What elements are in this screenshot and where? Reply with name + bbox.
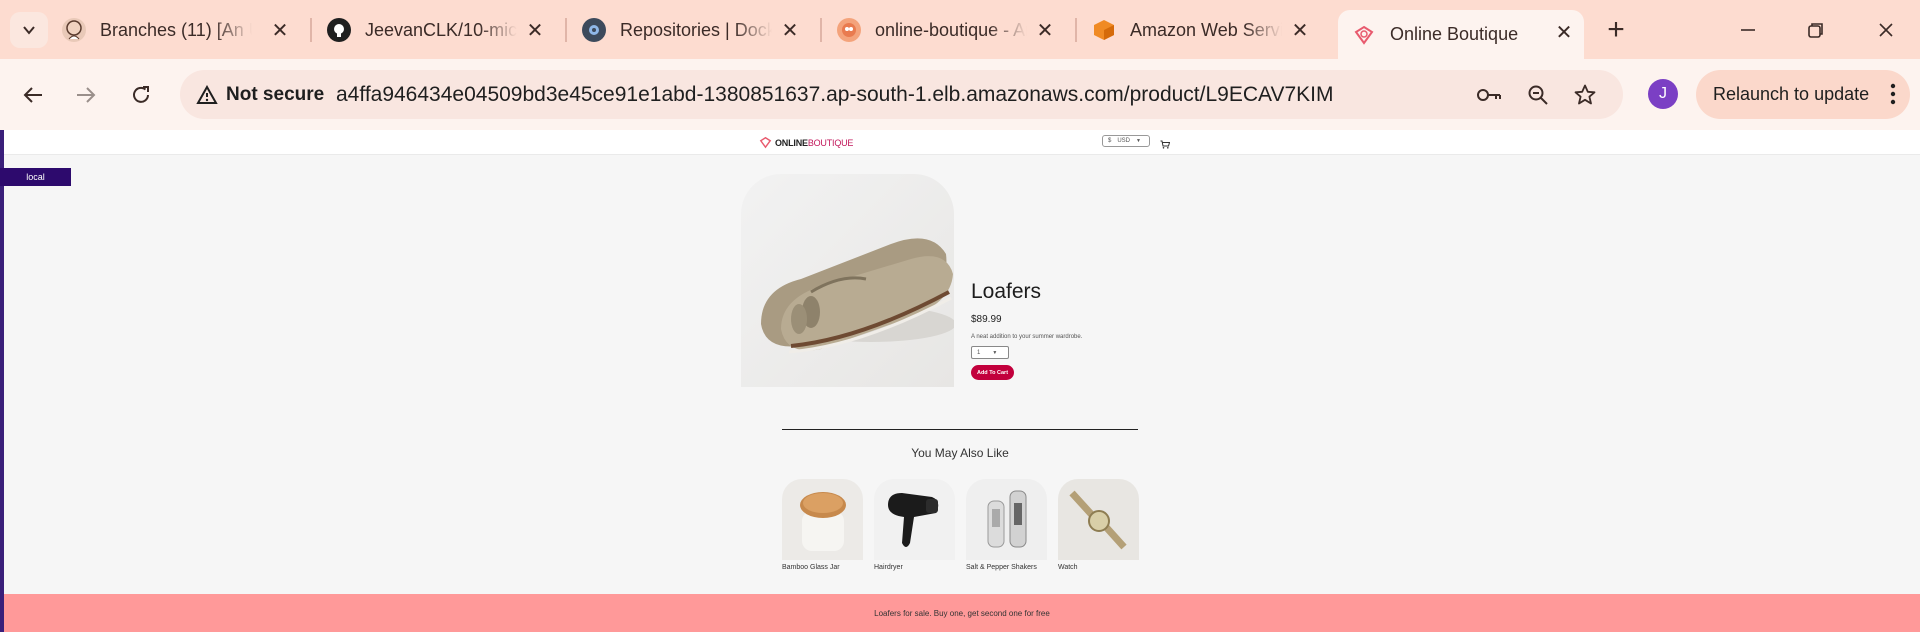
tab-github[interactable]: JeevanCLK/10-microservices ✕ bbox=[327, 8, 555, 52]
close-tab-icon[interactable]: ✕ bbox=[778, 18, 802, 42]
tab-separator bbox=[565, 18, 567, 42]
tab-search-button[interactable] bbox=[10, 12, 48, 48]
recommendation-label[interactable]: Salt & Pepper Shakers bbox=[966, 564, 1047, 571]
close-tab-icon[interactable]: ✕ bbox=[1552, 20, 1576, 44]
chevron-down-icon: ▼ bbox=[1136, 138, 1141, 144]
close-tab-icon[interactable]: ✕ bbox=[268, 18, 292, 42]
back-button[interactable] bbox=[13, 75, 53, 115]
relaunch-label: Relaunch to update bbox=[1713, 84, 1870, 104]
product-image bbox=[741, 174, 954, 387]
close-tab-icon[interactable]: ✕ bbox=[1288, 18, 1312, 42]
restore-icon bbox=[1808, 23, 1823, 38]
tab-title: online-boutique - Argo bbox=[875, 19, 1027, 40]
tab-aws[interactable]: Amazon Web Services ✕ bbox=[1092, 8, 1320, 52]
zoom-icon[interactable] bbox=[1525, 82, 1551, 108]
arrow-right-icon bbox=[77, 87, 96, 103]
tab-separator bbox=[820, 18, 822, 42]
close-icon bbox=[1879, 23, 1893, 37]
url-text[interactable]: a4ffa946434e04509bd3e45ce91e1abd-1380851… bbox=[336, 70, 1333, 119]
more-vertical-icon[interactable] bbox=[1890, 83, 1896, 105]
ad-banner[interactable]: Loafers for sale. Buy one, get second on… bbox=[4, 594, 1920, 632]
close-tab-icon[interactable]: ✕ bbox=[523, 18, 547, 42]
currency-symbol: $ bbox=[1108, 138, 1112, 144]
recommendation-card[interactable]: Salt & Pepper Shakers bbox=[966, 479, 1047, 571]
tab-docker[interactable]: Repositories | Docker Hub ✕ bbox=[582, 8, 810, 52]
tab-argo[interactable]: online-boutique - Argo ✕ bbox=[837, 8, 1065, 52]
recommendations-title: You May Also Like bbox=[911, 446, 1009, 460]
tab-strip: Branches (11) [An Unofficial ✕ JeevanCLK… bbox=[0, 0, 1920, 59]
github-icon bbox=[327, 18, 351, 42]
tab-separator bbox=[310, 18, 312, 42]
currency-selector[interactable]: $ USD ▼ bbox=[1102, 135, 1150, 147]
restore-button[interactable] bbox=[1792, 10, 1840, 50]
relaunch-button[interactable]: Relaunch to update bbox=[1696, 70, 1910, 119]
warning-icon bbox=[196, 84, 218, 104]
logo-text-boutique: BOUTIQUE bbox=[807, 137, 854, 148]
site-logo[interactable]: ONLINE BOUTIQUE bbox=[759, 136, 853, 149]
quantity-value: 1 bbox=[977, 349, 981, 356]
close-window-button[interactable] bbox=[1862, 10, 1910, 50]
jenkins-icon bbox=[62, 18, 86, 42]
product-thumbnail[interactable] bbox=[1058, 479, 1139, 560]
address-bar[interactable]: Not secure a4ffa946434e04509bd3e45ce91e1… bbox=[180, 70, 1623, 119]
product-thumbnail[interactable] bbox=[874, 479, 955, 560]
password-key-icon[interactable] bbox=[1476, 82, 1502, 108]
product-description: A neat addition to your summer wardrobe. bbox=[971, 334, 1083, 340]
product-name: Loafers bbox=[971, 280, 1042, 303]
add-to-cart-button[interactable]: Add To Cart bbox=[971, 365, 1014, 380]
recommendation-label[interactable]: Watch bbox=[1058, 564, 1139, 571]
product-thumbnail[interactable] bbox=[782, 479, 863, 560]
cart-button[interactable] bbox=[1160, 136, 1171, 154]
arrow-left-icon bbox=[23, 87, 42, 103]
chevron-down-icon: ▼ bbox=[992, 349, 998, 356]
tab-jenkins[interactable]: Branches (11) [An Unofficial ✕ bbox=[62, 8, 300, 52]
tab-title: Online Boutique bbox=[1390, 24, 1519, 44]
tab-title: Branches (11) [An Unofficial bbox=[100, 19, 252, 40]
bookmark-star-icon[interactable] bbox=[1572, 82, 1598, 108]
logo-text-online: ONLINE bbox=[775, 137, 808, 148]
site-header: ONLINE BOUTIQUE $ USD ▼ bbox=[4, 130, 1920, 155]
reload-icon bbox=[133, 86, 149, 103]
forward-button[interactable] bbox=[66, 75, 106, 115]
product-thumbnail[interactable] bbox=[966, 479, 1047, 560]
recommendations-list: Bamboo Glass Jar Hairdryer Salt & Pepper… bbox=[782, 479, 1139, 571]
tab-title: JeevanCLK/10-microservices bbox=[365, 19, 517, 40]
product-price: $89.99 bbox=[971, 314, 1002, 325]
recommendation-card[interactable]: Bamboo Glass Jar bbox=[782, 479, 863, 571]
browser-toolbar: Not secure a4ffa946434e04509bd3e45ce91e1… bbox=[0, 59, 1920, 130]
argo-icon bbox=[837, 18, 861, 42]
recommendation-label[interactable]: Bamboo Glass Jar bbox=[782, 564, 863, 571]
cart-icon bbox=[1160, 140, 1171, 149]
tab-title: Repositories | Docker Hub bbox=[620, 19, 772, 40]
boutique-icon bbox=[1352, 23, 1376, 47]
minimize-icon bbox=[1741, 29, 1755, 31]
aws-icon bbox=[1092, 18, 1116, 42]
minimize-button[interactable] bbox=[1724, 10, 1772, 50]
currency-code: USD bbox=[1117, 138, 1131, 144]
environment-badge: local bbox=[0, 168, 71, 186]
section-divider bbox=[782, 429, 1138, 430]
web-page: local ONLINE BOUTIQUE $ USD ▼ Loafers $8… bbox=[0, 130, 1920, 632]
recommendation-label[interactable]: Hairdryer bbox=[874, 564, 955, 571]
plus-icon: + bbox=[1607, 13, 1625, 46]
profile-avatar[interactable]: J bbox=[1648, 79, 1678, 109]
security-chip[interactable]: Not secure bbox=[196, 70, 324, 119]
tab-online-boutique[interactable]: Online Boutique ✕ bbox=[1338, 10, 1584, 59]
quantity-select[interactable]: 1 ▼ bbox=[971, 346, 1009, 359]
security-label: Not secure bbox=[226, 83, 325, 105]
new-tab-button[interactable]: + bbox=[1598, 12, 1634, 48]
boutique-logo-icon bbox=[759, 136, 772, 149]
reload-button[interactable] bbox=[121, 75, 161, 115]
docker-icon bbox=[582, 18, 606, 42]
recommendation-card[interactable]: Hairdryer bbox=[874, 479, 955, 571]
tab-separator bbox=[1075, 18, 1077, 42]
ad-text[interactable]: Loafers for sale. Buy one, get second on… bbox=[874, 609, 1050, 618]
tab-title: Amazon Web Services bbox=[1130, 19, 1282, 40]
chevron-down-icon bbox=[23, 26, 35, 35]
close-tab-icon[interactable]: ✕ bbox=[1033, 18, 1057, 42]
recommendation-card[interactable]: Watch bbox=[1058, 479, 1139, 571]
product-info: Loafers $89.99 A neat addition to your s… bbox=[971, 280, 1231, 380]
env-rail bbox=[0, 130, 4, 632]
